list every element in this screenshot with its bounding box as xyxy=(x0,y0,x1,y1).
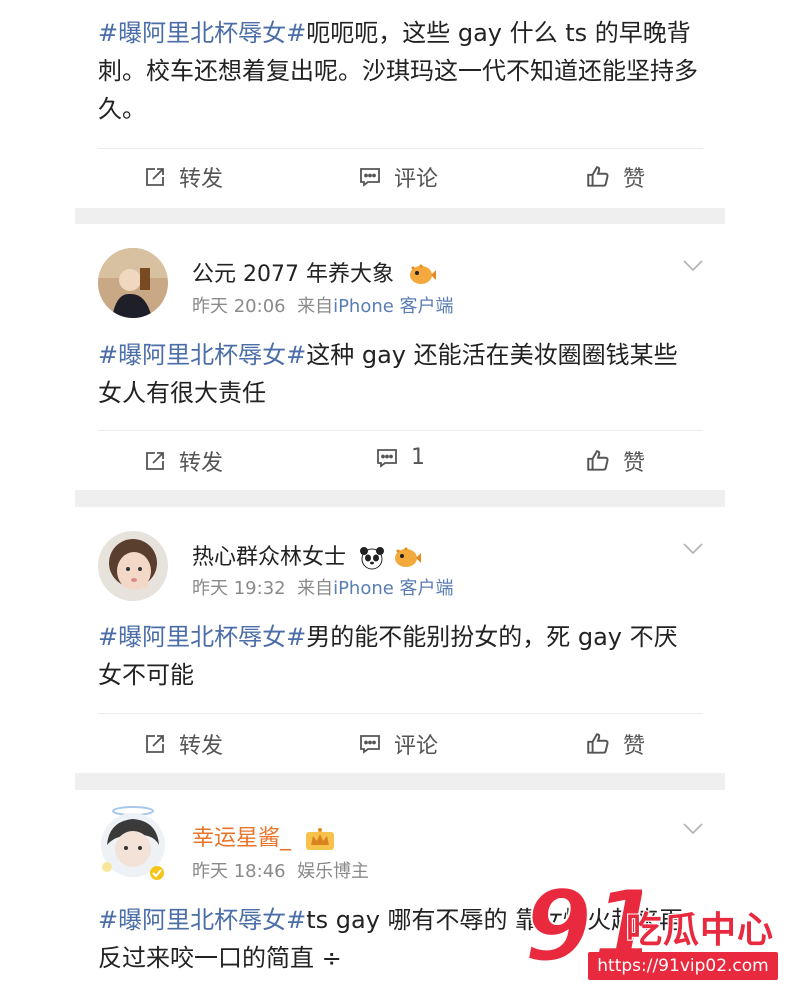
post-time: 昨天 19:32 xyxy=(192,578,286,599)
post-meta: 昨天 18:46 娱乐博主 xyxy=(192,857,369,883)
watermark-url: https://91vip02.com xyxy=(588,952,778,980)
post-meta: 昨天 20:06 来自iPhone 客户端 xyxy=(192,292,454,318)
post-text: #曝阿里北杯辱女#呃呃呃，这些 gay 什么 ts 的早晚背刺。校车还想着复出呢… xyxy=(98,14,698,128)
repost-button[interactable]: 转发 xyxy=(143,161,223,193)
watermark-text: 吃瓜中心 xyxy=(626,910,775,951)
like-label: 赞 xyxy=(623,451,646,476)
username[interactable]: 公元 2077 年养大象 xyxy=(192,256,437,288)
repost-button[interactable]: 转发 xyxy=(143,445,223,477)
source-prefix: 来自 xyxy=(297,578,334,599)
comment-button[interactable]: 评论 xyxy=(358,161,438,193)
username[interactable]: 幸运星酱_ xyxy=(192,820,336,852)
comment-icon xyxy=(360,735,380,754)
like-label: 赞 xyxy=(623,167,646,192)
like-button[interactable]: 赞 xyxy=(585,445,645,477)
repost-label: 转发 xyxy=(179,451,224,476)
comment-count: 1 xyxy=(411,445,425,470)
repost-button[interactable]: 转发 xyxy=(143,728,223,760)
pufferfish-icon xyxy=(395,547,422,567)
repost-icon xyxy=(146,452,164,470)
avatar[interactable] xyxy=(98,531,168,601)
source-link[interactable]: iPhone 客户端 xyxy=(333,296,453,317)
comment-button[interactable]: 1 xyxy=(375,445,425,470)
divider xyxy=(98,148,703,149)
username-text[interactable]: 公元 2077 年养大象 xyxy=(192,262,394,287)
like-button[interactable]: 赞 xyxy=(585,161,645,193)
comment-label: 评论 xyxy=(394,734,439,759)
hashtag-link[interactable]: #曝阿里北杯辱女# xyxy=(98,906,306,934)
post-time: 昨天 20:06 xyxy=(192,296,286,317)
username-text[interactable]: 热心群众林女士 xyxy=(192,545,346,570)
chevron-down-icon[interactable] xyxy=(683,543,703,555)
pufferfish-icon xyxy=(409,264,436,284)
post-card: #曝阿里北杯辱女#呃呃呃，这些 gay 什么 ts 的早晚背刺。校车还想着复出呢… xyxy=(75,0,725,208)
post-card: 公元 2077 年养大象 昨天 20:06 来自iPhone 客户端 #曝阿里北… xyxy=(75,224,725,490)
thumbs-up-icon xyxy=(587,450,609,471)
like-button[interactable]: 赞 xyxy=(585,728,645,760)
username[interactable]: 热心群众林女士 xyxy=(192,539,422,571)
comment-label: 评论 xyxy=(394,167,439,192)
weibo-feed: #曝阿里北杯辱女#呃呃呃，这些 gay 什么 ts 的早晚背刺。校车还想着复出呢… xyxy=(75,0,725,1000)
post-time: 昨天 18:46 xyxy=(192,861,286,882)
avatar[interactable] xyxy=(98,806,168,880)
post-meta: 昨天 19:32 来自iPhone 客户端 xyxy=(192,574,454,600)
panda-icon xyxy=(360,547,385,570)
divider xyxy=(98,430,703,431)
chevron-down-icon[interactable] xyxy=(683,260,703,272)
user-category: 娱乐博主 xyxy=(297,861,370,882)
comment-icon xyxy=(377,448,397,468)
divider xyxy=(98,713,703,714)
thumbs-up-icon xyxy=(587,733,609,754)
repost-label: 转发 xyxy=(179,734,224,759)
hashtag-link[interactable]: #曝阿里北杯辱女# xyxy=(98,341,306,369)
repost-icon xyxy=(146,168,164,186)
like-label: 赞 xyxy=(623,734,646,759)
post-text: #曝阿里北杯辱女#男的能不能别扮女的，死 gay 不厌女不可能 xyxy=(98,618,698,694)
comment-icon xyxy=(360,168,380,187)
hashtag-link[interactable]: #曝阿里北杯辱女# xyxy=(98,19,306,47)
thumbs-up-icon xyxy=(587,166,609,187)
chevron-down-icon[interactable] xyxy=(683,823,703,835)
repost-icon xyxy=(146,735,164,753)
crown-icon xyxy=(306,828,335,850)
source-link[interactable]: iPhone 客户端 xyxy=(333,578,453,599)
hashtag-link[interactable]: #曝阿里北杯辱女# xyxy=(98,623,306,651)
source-prefix: 来自 xyxy=(297,296,334,317)
username-text[interactable]: 幸运星酱_ xyxy=(192,826,291,851)
post-text: #曝阿里北杯辱女#这种 gay 还能活在美妆圈圈钱某些女人有很大责任 xyxy=(98,336,698,412)
comment-button[interactable]: 评论 xyxy=(358,728,438,760)
avatar[interactable] xyxy=(98,248,168,318)
post-card: 热心群众林女士 昨天 19:32 来自iPhone 客户端 #曝阿里北杯辱女#男… xyxy=(75,507,725,773)
repost-label: 转发 xyxy=(179,167,224,192)
